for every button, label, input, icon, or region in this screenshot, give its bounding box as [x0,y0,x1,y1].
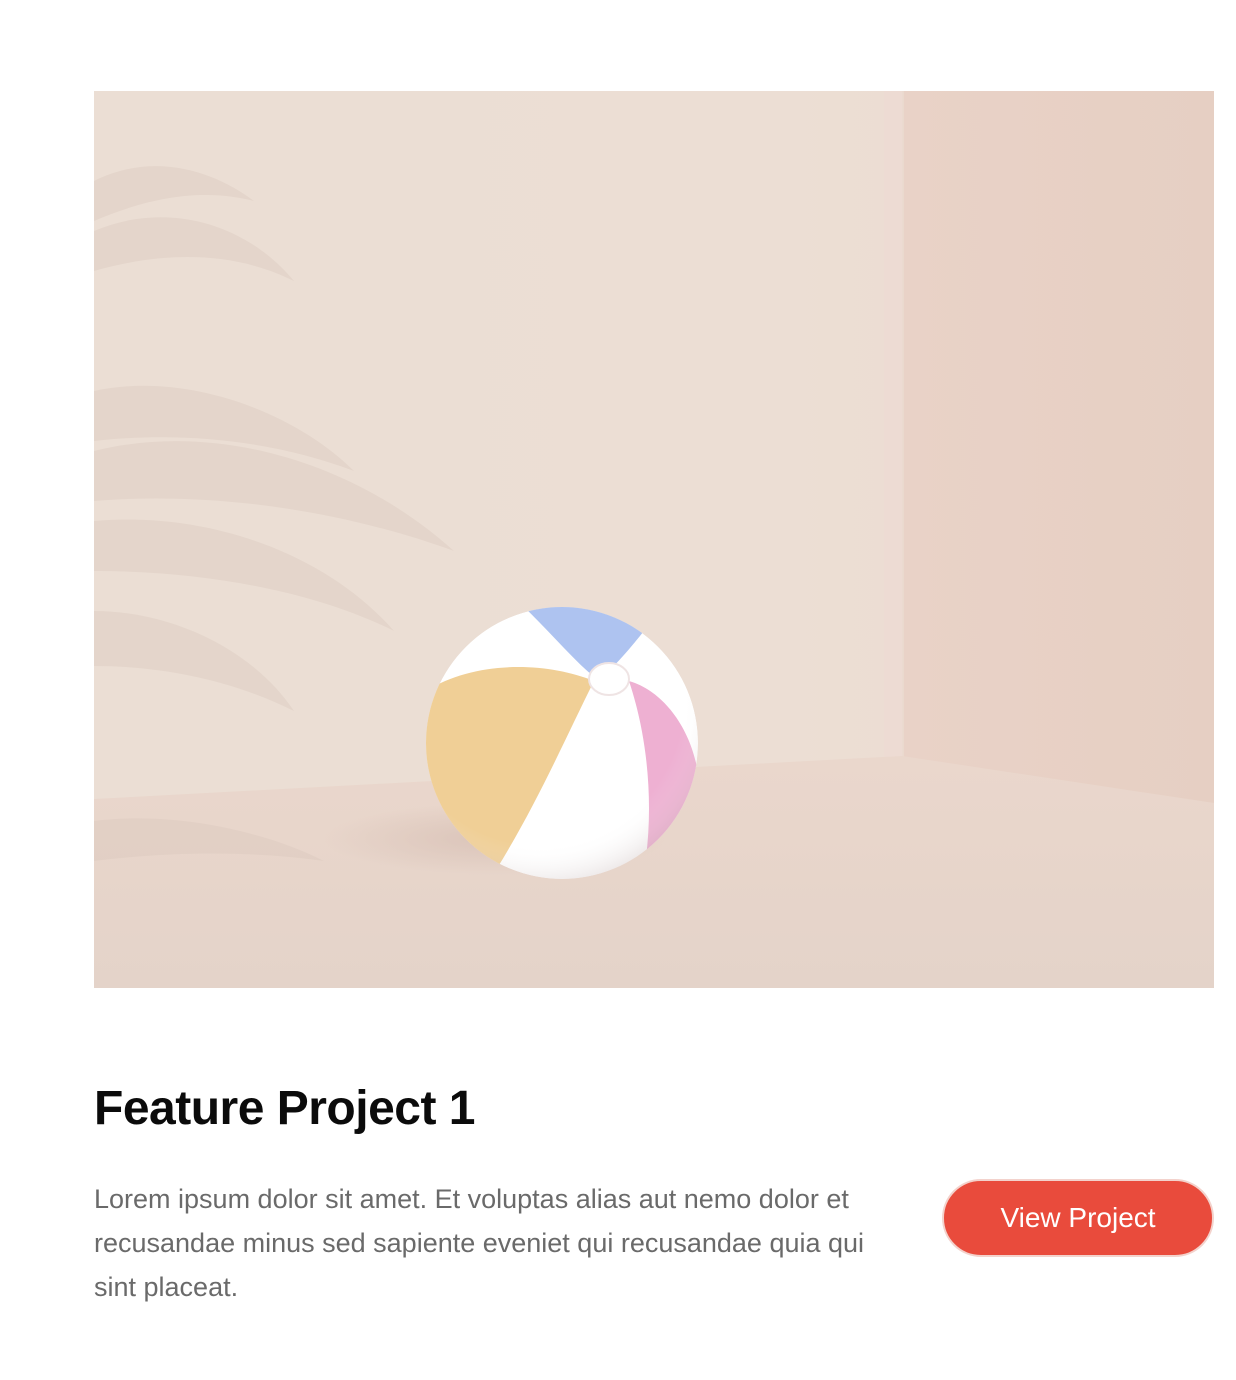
feature-project-card: Feature Project 1 Lorem ipsum dolor sit … [94,91,1214,1302]
view-project-button[interactable]: View Project [942,1179,1214,1257]
beach-ball-scene [94,91,1214,988]
project-image [94,91,1214,988]
project-title: Feature Project 1 [94,1082,475,1135]
project-description: Lorem ipsum dolor sit amet. Et voluptas … [94,1184,865,1302]
